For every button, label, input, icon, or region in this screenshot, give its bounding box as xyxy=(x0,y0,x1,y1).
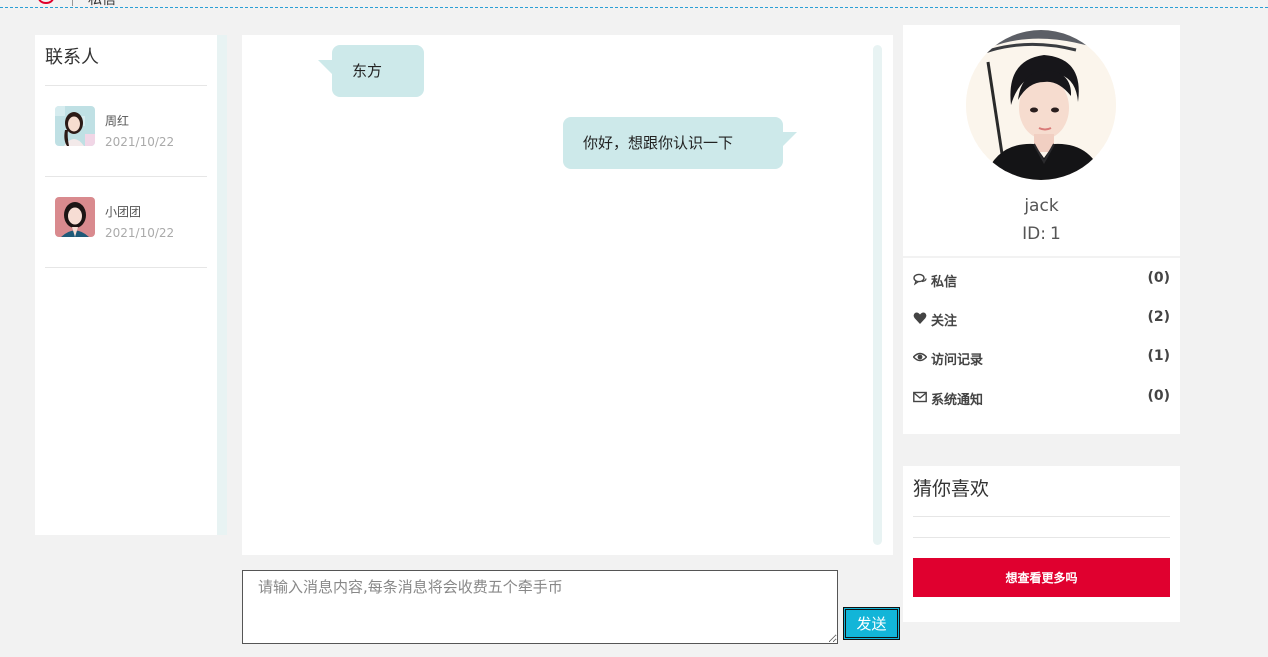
contacts-panel: 联系人 周红 2021/10/22 小团团 2021/10/22 xyxy=(35,35,227,535)
profile-username: jack xyxy=(1024,196,1059,216)
divider xyxy=(913,537,1170,538)
breadcrumb-separator xyxy=(72,0,73,6)
message-bubble-received: 东方 xyxy=(318,45,424,97)
eye-icon xyxy=(913,352,927,362)
stat-visit-history[interactable]: 访问记录 (1) xyxy=(913,347,1170,369)
envelope-icon xyxy=(913,391,927,403)
chat-window: 东方 你好，想跟你认识一下 xyxy=(242,35,893,555)
contact-item-2[interactable]: 小团团 2021/10/22 xyxy=(45,177,207,267)
contact-avatar xyxy=(55,106,95,146)
profile-avatar xyxy=(966,30,1116,180)
stat-system-notifications[interactable]: 系统通知 (0) xyxy=(913,387,1170,409)
heart-icon xyxy=(913,312,927,324)
stat-count: (0) xyxy=(1147,388,1170,404)
page-header: 私信 xyxy=(0,0,1268,8)
page-title: 私信 xyxy=(88,0,116,8)
contact-date: 2021/10/22 xyxy=(105,135,175,149)
see-more-button[interactable]: 想查看更多吗 xyxy=(913,558,1170,597)
message-input[interactable] xyxy=(242,570,838,644)
stat-label: 私信 xyxy=(931,275,958,290)
profile-panel: jack ID: 1 私信 (0) 关注 (2) 访问记录 (1) 系统通知 (… xyxy=(903,25,1180,434)
contacts-title: 联系人 xyxy=(45,47,99,68)
profile-id: ID: 1 xyxy=(903,224,1180,244)
stat-count: (2) xyxy=(1147,309,1170,325)
stat-count: (0) xyxy=(1147,270,1170,286)
recommendations-panel: 猜你喜欢 想查看更多吗 xyxy=(903,466,1180,622)
profile-id-value: 1 xyxy=(1050,224,1061,244)
contact-name: 周红 xyxy=(105,114,130,128)
message-bubble-sent: 你好，想跟你认识一下 xyxy=(563,117,797,169)
contact-item-1[interactable]: 周红 2021/10/22 xyxy=(45,86,207,176)
contacts-scrollbar[interactable] xyxy=(217,35,227,535)
profile-id-label: ID: xyxy=(1022,224,1046,244)
stat-label: 关注 xyxy=(931,314,958,329)
chat-bubbles-icon xyxy=(913,273,927,286)
stat-follows[interactable]: 关注 (2) xyxy=(913,308,1170,330)
stat-label: 系统通知 xyxy=(931,393,984,408)
stat-private-messages[interactable]: 私信 (0) xyxy=(913,269,1170,291)
stat-label: 访问记录 xyxy=(931,353,984,368)
contact-avatar xyxy=(55,197,95,237)
contact-name: 小团团 xyxy=(105,205,142,219)
recommendations-title: 猜你喜欢 xyxy=(913,478,990,500)
message-icon xyxy=(38,0,54,4)
divider xyxy=(913,516,1170,517)
contact-date: 2021/10/22 xyxy=(105,226,175,240)
divider xyxy=(45,267,207,268)
divider xyxy=(903,256,1180,258)
chat-scrollbar[interactable] xyxy=(873,45,882,545)
send-button[interactable]: 发送 xyxy=(843,607,900,640)
stat-count: (1) xyxy=(1147,348,1170,364)
